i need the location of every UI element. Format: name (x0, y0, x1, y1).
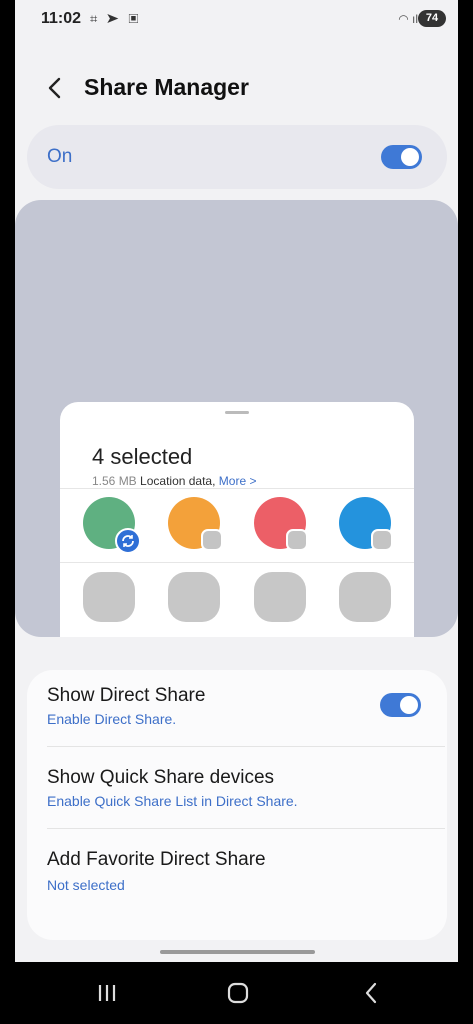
setting-title: Add Favorite Direct Share (47, 849, 266, 870)
setting-subtitle: Enable Quick Share List in Direct Share. (47, 793, 298, 809)
master-switch-row[interactable]: On (27, 125, 447, 189)
notification-icons: ⌗ ➤ ▣ (90, 11, 142, 26)
status-time: 11:02 (41, 10, 82, 27)
placeholder-icon (168, 572, 220, 622)
toggle-knob (400, 696, 418, 714)
location-data-text: Location data, (140, 474, 216, 488)
setting-title: Show Quick Share devices (47, 767, 275, 788)
selection-details: 1.56 MB Location data, More > (92, 474, 256, 488)
share-preview: 4 selected 1.56 MB Location data, More > (15, 200, 458, 637)
placeholder-icon (254, 572, 306, 622)
divider (60, 562, 414, 563)
setting-subtitle: Enable Direct Share. (47, 711, 177, 727)
toggle-knob (401, 148, 419, 166)
sheet-handle (225, 411, 249, 414)
placeholder-icon (83, 572, 135, 622)
setting-add-favorite-direct-share[interactable]: Add Favorite Direct Share Not selected (27, 834, 447, 916)
divider (47, 828, 445, 829)
sync-icon (115, 528, 141, 554)
setting-show-direct-share[interactable]: Show Direct Share Enable Direct Share. (27, 670, 447, 752)
gesture-handle (160, 950, 315, 954)
file-size: 1.56 MB (92, 474, 137, 488)
screen: 11:02 ⌗ ➤ ▣ ◠ ıl 74 Share Manager On 4 s… (15, 0, 458, 962)
app-badge (286, 529, 308, 551)
master-toggle[interactable] (381, 145, 422, 169)
status-bar: 11:02 ⌗ ➤ ▣ ◠ ıl 74 (15, 0, 458, 40)
recents-icon[interactable] (92, 978, 122, 1008)
page-title: Share Manager (84, 74, 249, 100)
app-badge (371, 529, 393, 551)
divider (60, 488, 414, 489)
share-sheet-preview: 4 selected 1.56 MB Location data, More > (60, 402, 414, 637)
back-icon[interactable] (356, 978, 386, 1008)
setting-title: Show Direct Share (47, 685, 206, 706)
app-badge (201, 529, 223, 551)
master-switch-label: On (47, 146, 73, 167)
chevron-left-icon[interactable] (45, 76, 65, 100)
settings-card: Show Direct Share Enable Direct Share. S… (27, 670, 447, 940)
selected-count: 4 selected (92, 444, 193, 469)
placeholder-icon (339, 572, 391, 622)
direct-share-toggle[interactable] (380, 693, 421, 717)
setting-subtitle: Not selected (47, 877, 125, 893)
more-link: More > (218, 474, 257, 488)
navigation-bar (0, 962, 473, 1024)
battery-badge: 74 (418, 10, 446, 27)
home-icon[interactable] (223, 978, 253, 1008)
signal-icons: ◠ ıl (398, 12, 418, 26)
divider (47, 746, 445, 747)
setting-show-quick-share-devices[interactable]: Show Quick Share devices Enable Quick Sh… (27, 752, 447, 834)
header: Share Manager (15, 64, 458, 114)
